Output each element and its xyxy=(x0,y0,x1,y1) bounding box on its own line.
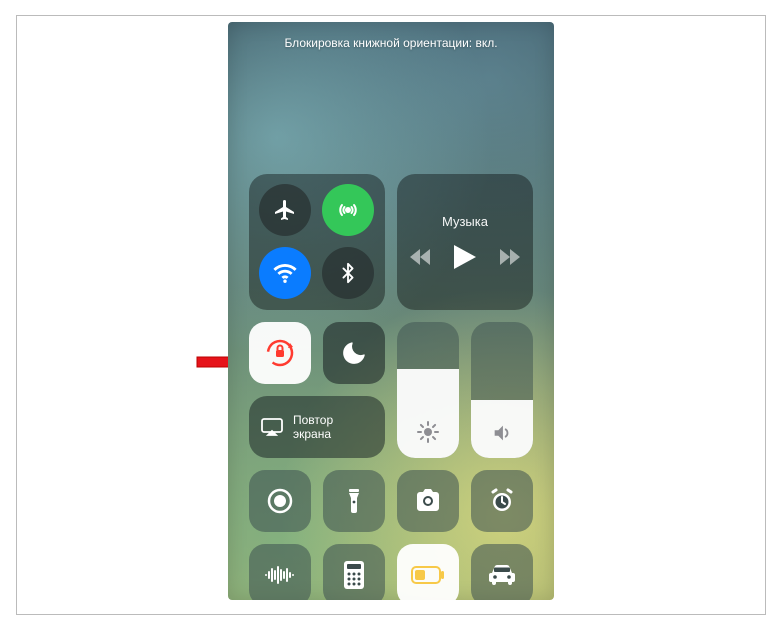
connectivity-group[interactable] xyxy=(249,174,385,310)
cellular-data-toggle[interactable] xyxy=(322,184,374,236)
driving-mode-button[interactable] xyxy=(471,544,533,600)
waveform-icon xyxy=(264,565,296,585)
control-center-grid: Музыка xyxy=(228,174,554,600)
screen-mirroring-icon xyxy=(261,418,283,436)
camera-button[interactable] xyxy=(397,470,459,532)
volume-icon xyxy=(491,422,513,444)
screen-mirroring-button[interactable]: Повтор экрана xyxy=(249,396,385,458)
brightness-fill xyxy=(397,369,459,457)
flashlight-icon xyxy=(346,487,362,515)
wifi-toggle[interactable] xyxy=(259,247,311,299)
airplane-icon xyxy=(273,198,297,222)
control-center-screen: Блокировка книжной ориентации: вкл. xyxy=(228,22,554,600)
brightness-slider[interactable] xyxy=(397,322,459,458)
outer-frame: Блокировка книжной ориентации: вкл. xyxy=(16,15,766,615)
rotation-lock-icon xyxy=(263,336,297,370)
play-button[interactable] xyxy=(454,245,476,269)
moon-icon xyxy=(341,340,367,366)
brightness-icon xyxy=(416,420,440,444)
low-power-mode-toggle[interactable] xyxy=(397,544,459,600)
media-controls-group[interactable]: Музыка xyxy=(397,174,533,310)
calculator-button[interactable] xyxy=(323,544,385,600)
timer-button[interactable] xyxy=(471,470,533,532)
record-icon xyxy=(266,487,294,515)
status-message: Блокировка книжной ориентации: вкл. xyxy=(228,22,554,50)
volume-slider[interactable] xyxy=(471,322,533,458)
calculator-icon xyxy=(344,561,364,589)
alarm-clock-icon xyxy=(488,487,516,515)
bluetooth-icon xyxy=(337,262,359,284)
do-not-disturb-toggle[interactable] xyxy=(323,322,385,384)
battery-icon xyxy=(411,566,445,584)
screen-record-button[interactable] xyxy=(249,470,311,532)
previous-track-button[interactable] xyxy=(410,249,430,265)
camera-icon xyxy=(413,489,443,513)
flashlight-button[interactable] xyxy=(323,470,385,532)
car-icon xyxy=(487,564,517,586)
airplane-mode-toggle[interactable] xyxy=(259,184,311,236)
rotation-lock-toggle[interactable] xyxy=(249,322,311,384)
media-buttons xyxy=(410,245,520,269)
media-title: Музыка xyxy=(442,214,488,229)
wifi-icon xyxy=(273,261,297,285)
screen-mirroring-label: Повтор экрана xyxy=(293,413,373,441)
next-track-button[interactable] xyxy=(500,249,520,265)
bluetooth-toggle[interactable] xyxy=(322,247,374,299)
hearing-button[interactable] xyxy=(249,544,311,600)
volume-fill xyxy=(471,400,533,457)
cellular-icon xyxy=(335,197,361,223)
